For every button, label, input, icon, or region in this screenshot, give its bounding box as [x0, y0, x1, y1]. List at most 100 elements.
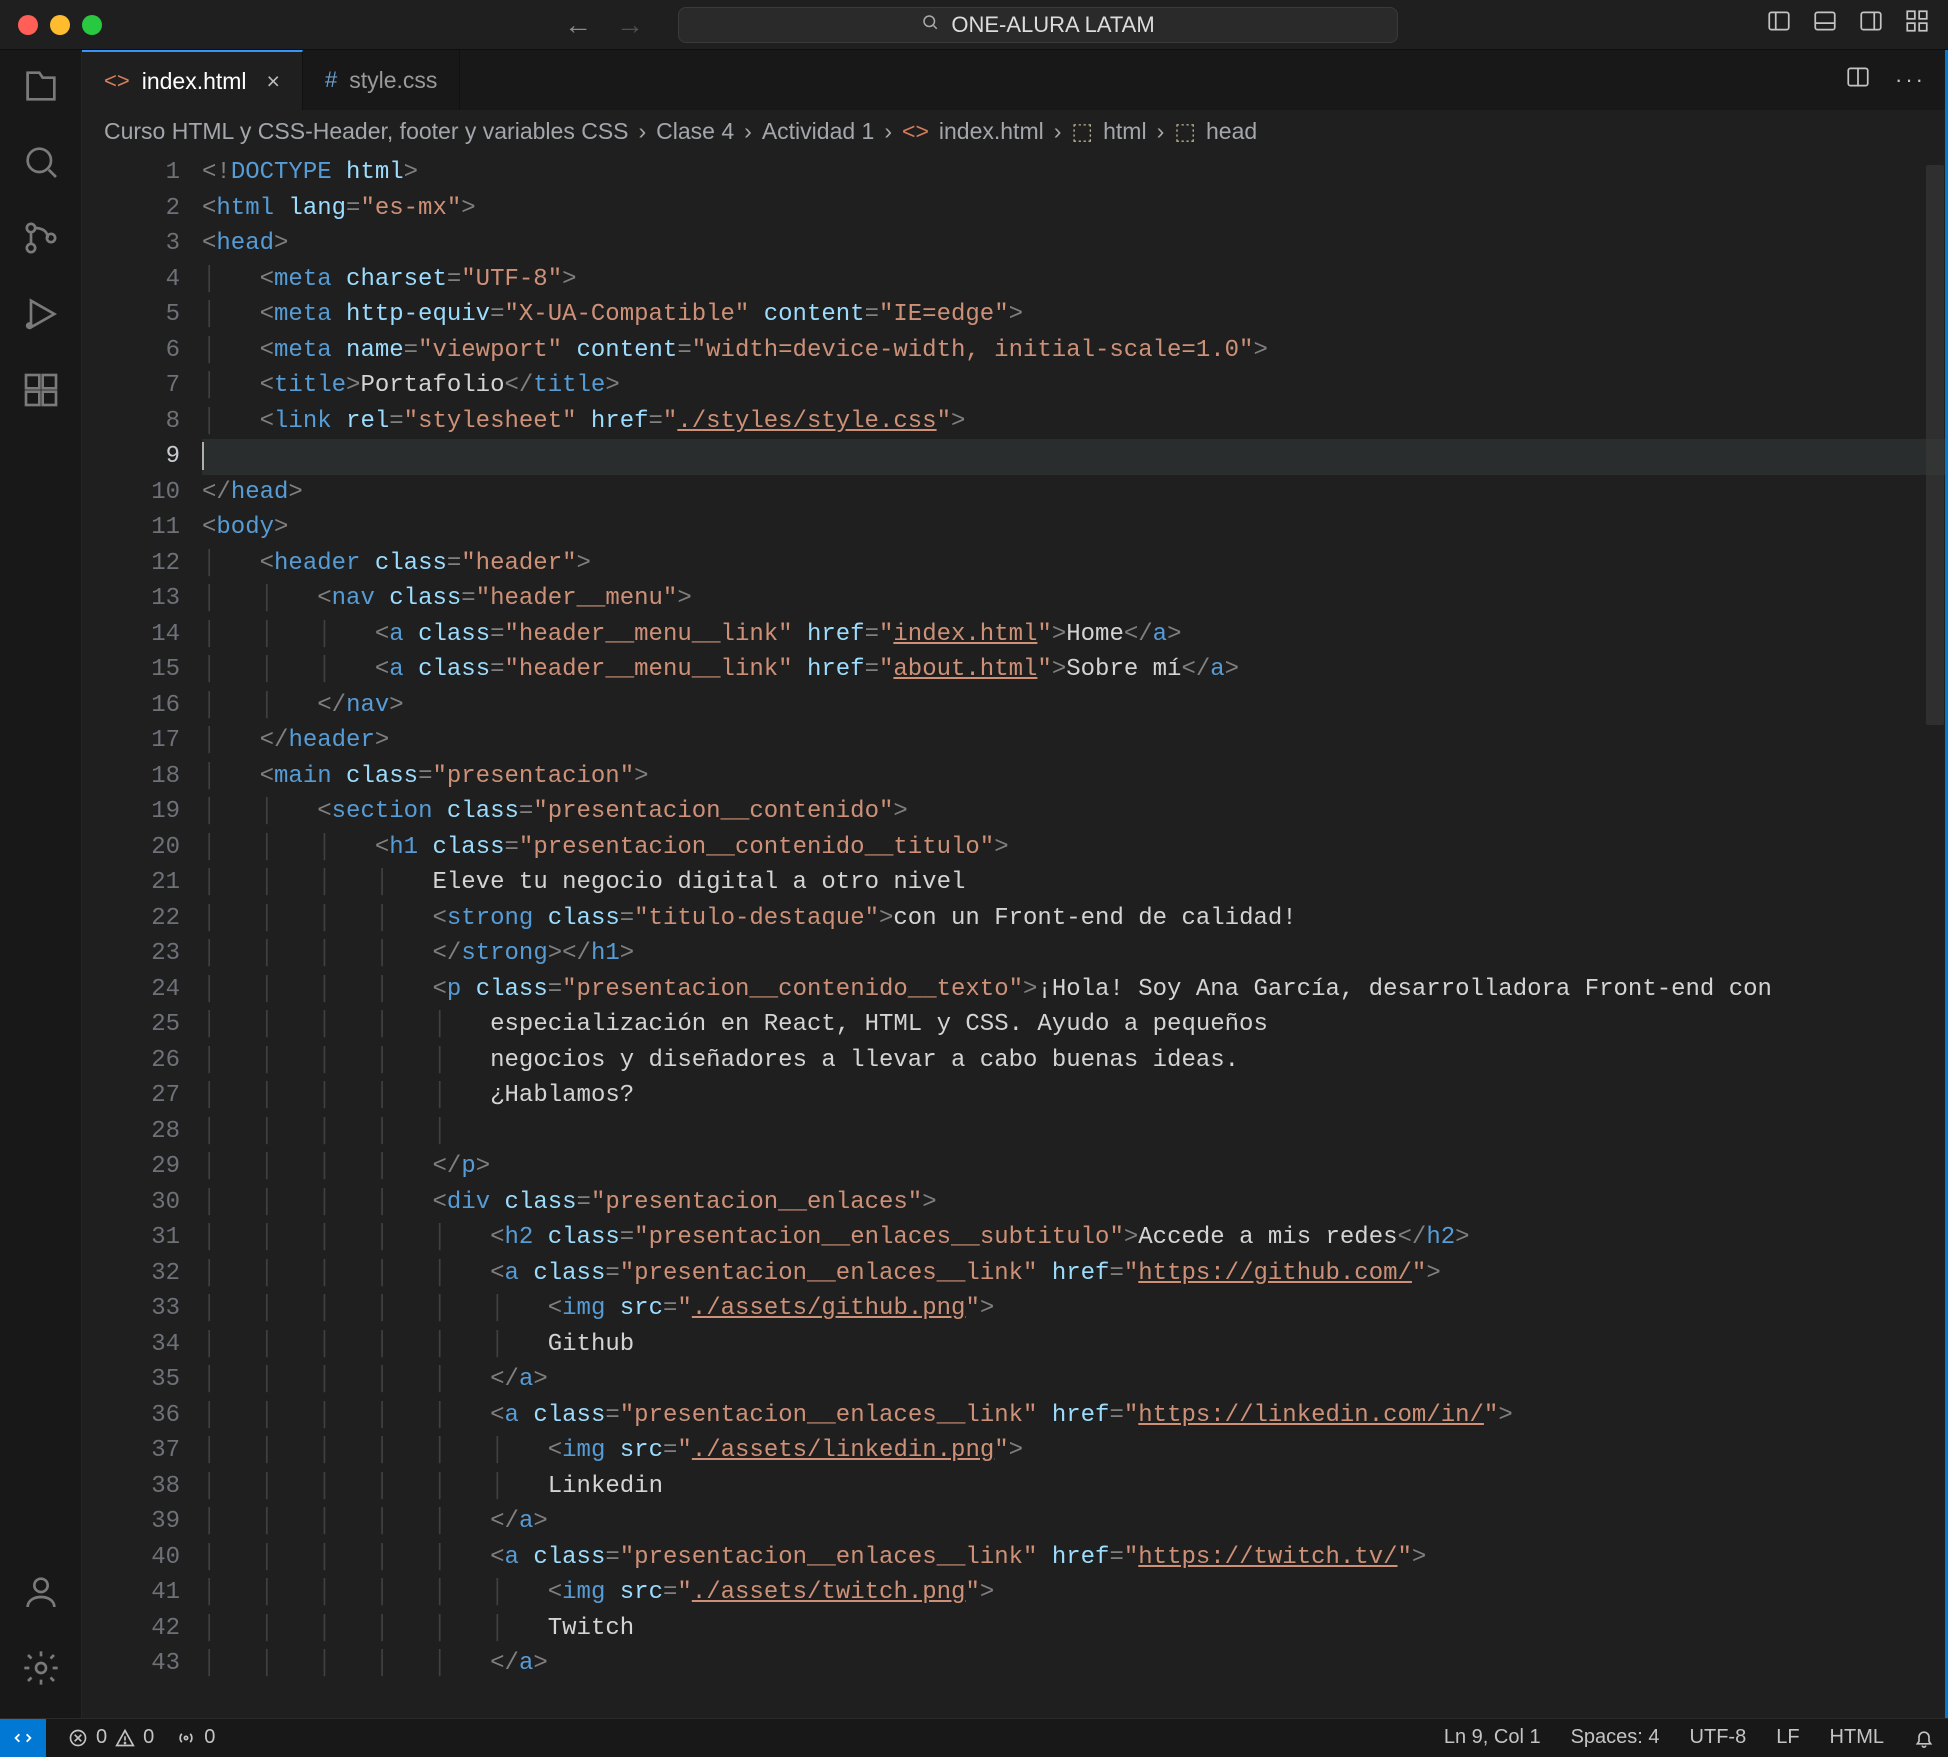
line-number: 30 [82, 1185, 180, 1221]
code-line[interactable] [202, 439, 1948, 475]
code-line[interactable]: │ │ </nav> [202, 688, 1948, 724]
explorer-icon[interactable] [21, 66, 61, 112]
code-line[interactable]: │ │ │ │ <div class="presentacion__enlace… [202, 1185, 1948, 1221]
code-line[interactable]: │ │ │ │ │ │ <img src="./assets/linkedin.… [202, 1433, 1948, 1469]
code-line[interactable]: │ </header> [202, 723, 1948, 759]
code-line[interactable]: │ │ │ │ │ │ <img src="./assets/twitch.pn… [202, 1575, 1948, 1611]
cursor-position[interactable]: Ln 9, Col 1 [1444, 1726, 1541, 1749]
code-line[interactable]: │ │ │ │ │ <a class="presentacion__enlace… [202, 1398, 1948, 1434]
code-line[interactable]: │ │ │ │ │ <h2 class="presentacion__enlac… [202, 1220, 1948, 1256]
remote-button[interactable] [0, 1719, 46, 1757]
line-number: 6 [82, 333, 180, 369]
code-content[interactable]: <!DOCTYPE html><html lang="es-mx"><head>… [202, 155, 1948, 1718]
command-center[interactable]: ONE-ALURA LATAM [678, 7, 1398, 43]
code-line[interactable]: │ <header class="header"> [202, 546, 1948, 582]
line-number: 13 [82, 581, 180, 617]
breadcrumb-item[interactable]: index.html [939, 118, 1044, 145]
code-line[interactable]: │ │ │ <h1 class="presentacion__contenido… [202, 830, 1948, 866]
line-number: 26 [82, 1043, 180, 1079]
code-line[interactable]: │ │ │ │ │ ¿Hablamos? [202, 1078, 1948, 1114]
code-line[interactable]: │ │ │ │ │ │ Linkedin [202, 1469, 1948, 1505]
line-number: 10 [82, 475, 180, 511]
more-actions-icon[interactable]: ··· [1895, 67, 1926, 93]
code-line[interactable]: │ <meta charset="UTF-8"> [202, 262, 1948, 298]
code-line[interactable]: │ │ │ │ │ negocios y diseñadores a lleva… [202, 1043, 1948, 1079]
breadcrumb-item[interactable]: Actividad 1 [762, 118, 875, 145]
language-mode[interactable]: HTML [1830, 1726, 1884, 1749]
run-debug-icon[interactable] [21, 294, 61, 340]
line-number: 14 [82, 617, 180, 653]
code-line[interactable]: │ │ │ │ │ </a> [202, 1504, 1948, 1540]
minimap-slider[interactable] [1926, 165, 1944, 725]
editor-tab[interactable]: <>index.html× [82, 50, 303, 110]
minimize-window[interactable] [50, 15, 70, 35]
code-line[interactable]: <body> [202, 510, 1948, 546]
code-line[interactable]: │ <main class="presentacion"> [202, 759, 1948, 795]
close-window[interactable] [18, 15, 38, 35]
toggle-secondary-sidebar-icon[interactable] [1858, 8, 1884, 41]
symbol-icon: ⬚ [1174, 118, 1196, 145]
code-line[interactable]: │ <meta http-equiv="X-UA-Compatible" con… [202, 297, 1948, 333]
code-line[interactable]: │ │ │ <a class="header__menu__link" href… [202, 617, 1948, 653]
code-line[interactable]: │ │ │ │ │ </a> [202, 1362, 1948, 1398]
code-line[interactable]: │ │ │ │ Eleve tu negocio digital a otro … [202, 865, 1948, 901]
search-icon[interactable] [21, 142, 61, 188]
code-line[interactable]: │ <meta name="viewport" content="width=d… [202, 333, 1948, 369]
nav-forward[interactable]: → [616, 9, 644, 41]
accounts-icon[interactable] [21, 1572, 61, 1618]
code-line[interactable]: │ │ <nav class="header__menu"> [202, 581, 1948, 617]
code-line[interactable]: │ <title>Portafolio</title> [202, 368, 1948, 404]
code-line[interactable]: │ │ │ │ │ │ Twitch [202, 1611, 1948, 1647]
editor-tab[interactable]: #style.css [303, 50, 460, 110]
breadcrumbs[interactable]: Curso HTML y CSS-Header, footer y variab… [82, 110, 1948, 155]
code-line[interactable]: │ │ │ │ <p class="presentacion__contenid… [202, 972, 1948, 1008]
indentation[interactable]: Spaces: 4 [1571, 1726, 1660, 1749]
line-number: 33 [82, 1291, 180, 1327]
code-line[interactable]: │ │ │ │ │ especialización en React, HTML… [202, 1007, 1948, 1043]
search-project-text: ONE-ALURA LATAM [951, 12, 1154, 38]
split-editor-icon[interactable] [1845, 64, 1871, 96]
toggle-panel-icon[interactable] [1812, 8, 1838, 41]
breadcrumb-item[interactable]: Curso HTML y CSS-Header, footer y variab… [104, 118, 629, 145]
extensions-icon[interactable] [21, 370, 61, 416]
code-line[interactable]: │ │ │ │ │ [202, 1114, 1948, 1150]
maximize-window[interactable] [82, 15, 102, 35]
ports-button[interactable]: 0 [176, 1726, 215, 1749]
code-line[interactable]: │ │ │ │ <strong class="titulo-destaque">… [202, 901, 1948, 937]
settings-gear-icon[interactable] [21, 1648, 61, 1694]
code-editor[interactable]: 1234567891011121314151617181920212223242… [82, 155, 1948, 1718]
line-number: 28 [82, 1114, 180, 1150]
customize-layout-icon[interactable] [1904, 8, 1930, 41]
code-line[interactable]: │ │ │ │ │ │ Github [202, 1327, 1948, 1363]
breadcrumb-item[interactable]: Clase 4 [656, 118, 734, 145]
line-number: 39 [82, 1504, 180, 1540]
code-line[interactable]: │ │ │ │ </strong></h1> [202, 936, 1948, 972]
line-number: 25 [82, 1007, 180, 1043]
problems-button[interactable]: 0 0 [68, 1726, 154, 1749]
eol[interactable]: LF [1776, 1726, 1799, 1749]
code-line[interactable]: <html lang="es-mx"> [202, 191, 1948, 227]
code-line[interactable]: │ │ │ │ │ │ <img src="./assets/github.pn… [202, 1291, 1948, 1327]
source-control-icon[interactable] [21, 218, 61, 264]
code-line[interactable]: <!DOCTYPE html> [202, 155, 1948, 191]
code-line[interactable]: │ │ <section class="presentacion__conten… [202, 794, 1948, 830]
code-line[interactable]: │ │ │ <a class="header__menu__link" href… [202, 652, 1948, 688]
line-number: 35 [82, 1362, 180, 1398]
toggle-primary-sidebar-icon[interactable] [1766, 8, 1792, 41]
code-line[interactable]: │ │ │ │ │ <a class="presentacion__enlace… [202, 1256, 1948, 1292]
close-tab-icon[interactable]: × [267, 68, 280, 95]
minimap[interactable] [1924, 155, 1944, 1718]
code-line[interactable]: <head> [202, 226, 1948, 262]
notifications-bell-icon[interactable] [1914, 1726, 1934, 1749]
nav-back[interactable]: ← [564, 9, 592, 41]
line-number: 42 [82, 1611, 180, 1647]
code-line[interactable]: │ │ │ │ │ </a> [202, 1646, 1948, 1682]
breadcrumb-item[interactable]: html [1103, 118, 1146, 145]
encoding[interactable]: UTF-8 [1690, 1726, 1747, 1749]
code-line[interactable]: </head> [202, 475, 1948, 511]
breadcrumb-item[interactable]: head [1206, 118, 1257, 145]
code-line[interactable]: │ <link rel="stylesheet" href="./styles/… [202, 404, 1948, 440]
code-line[interactable]: │ │ │ │ </p> [202, 1149, 1948, 1185]
code-line[interactable]: │ │ │ │ │ <a class="presentacion__enlace… [202, 1540, 1948, 1576]
titlebar: ← → ONE-ALURA LATAM [0, 0, 1948, 50]
